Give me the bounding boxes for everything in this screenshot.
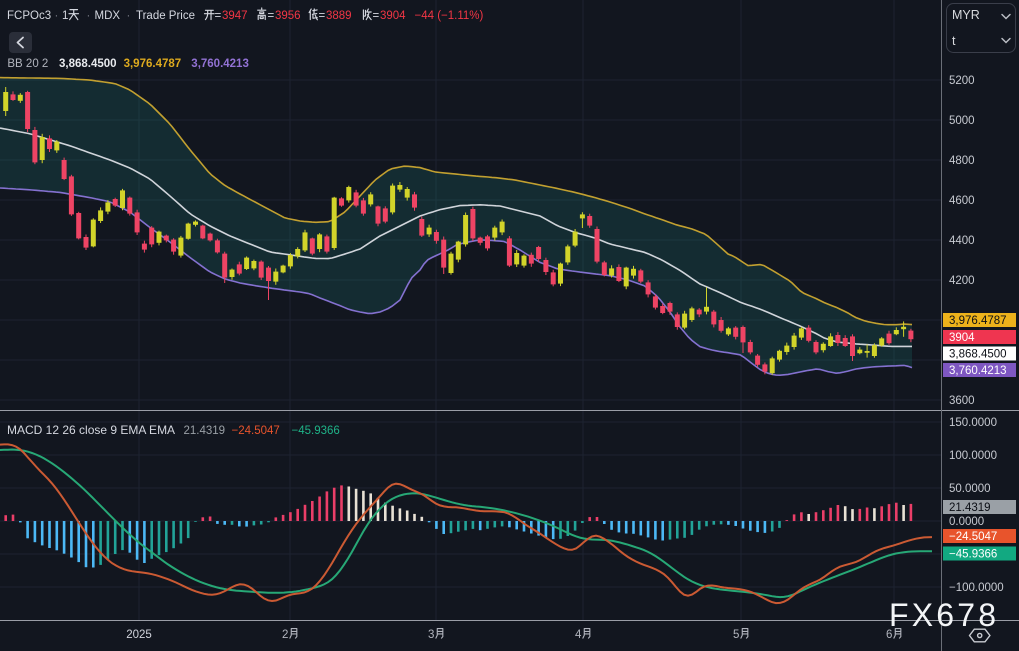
svg-text:4800: 4800 (949, 155, 975, 167)
svg-text:BB 20 2: BB 20 2 (7, 58, 48, 70)
svg-text:5000: 5000 (949, 115, 975, 127)
svg-text:FCPOc3: FCPOc3 (7, 10, 51, 22)
svg-text:−45.9366: −45.9366 (292, 425, 340, 437)
svg-text:=: = (319, 10, 326, 22)
svg-text:=: = (268, 10, 275, 22)
svg-text:Trade Price: Trade Price (136, 10, 195, 22)
svg-text:5: 5 (733, 629, 739, 641)
svg-text:−100.0000: −100.0000 (949, 582, 1004, 594)
svg-text:FX678: FX678 (889, 597, 999, 633)
svg-text:21.4319: 21.4319 (949, 502, 991, 514)
svg-text:4: 4 (575, 629, 582, 641)
svg-text:MACD 12 26 close 9 EMA EMA: MACD 12 26 close 9 EMA EMA (7, 423, 175, 437)
svg-text:3889: 3889 (326, 10, 352, 22)
svg-text:3904: 3904 (949, 332, 975, 344)
svg-text:−44 (−1.11%): −44 (−1.11%) (415, 10, 484, 22)
svg-text:0.0000: 0.0000 (949, 516, 984, 528)
svg-text:=: = (215, 10, 222, 22)
svg-text:=: = (373, 10, 380, 22)
svg-text:150.0000: 150.0000 (949, 417, 997, 429)
svg-text:2: 2 (282, 629, 288, 641)
svg-text:3: 3 (428, 629, 434, 641)
svg-text:·: · (55, 10, 59, 22)
svg-text:3,760.4213: 3,760.4213 (949, 365, 1007, 377)
svg-text:4400: 4400 (949, 235, 975, 247)
svg-text:t: t (952, 34, 956, 48)
svg-text:3,868.4500: 3,868.4500 (949, 349, 1007, 361)
svg-text:2025: 2025 (126, 629, 152, 641)
svg-text:·: · (127, 10, 131, 22)
svg-text:100.0000: 100.0000 (949, 450, 997, 462)
svg-text:3956: 3956 (275, 10, 301, 22)
svg-text:3,760.4213: 3,760.4213 (191, 58, 249, 70)
svg-text:3904: 3904 (380, 10, 406, 22)
svg-text:50.0000: 50.0000 (949, 483, 991, 495)
svg-text:3,976.4787: 3,976.4787 (124, 58, 182, 70)
svg-text:3,868.4500: 3,868.4500 (59, 58, 117, 70)
svg-text:−45.9366: −45.9366 (949, 549, 997, 561)
svg-text:−24.5047: −24.5047 (232, 425, 280, 437)
svg-text:4600: 4600 (949, 195, 975, 207)
svg-text:MYR: MYR (952, 8, 980, 22)
svg-text:4200: 4200 (949, 275, 975, 287)
svg-text:3947: 3947 (222, 10, 248, 22)
svg-text:3,976.4787: 3,976.4787 (949, 315, 1007, 327)
svg-text:·: · (87, 10, 91, 22)
svg-text:1: 1 (62, 10, 68, 22)
svg-text:5200: 5200 (949, 75, 975, 87)
svg-text:MDX: MDX (95, 10, 121, 22)
svg-text:3600: 3600 (949, 395, 975, 407)
svg-text:21.4319: 21.4319 (184, 425, 226, 437)
svg-text:−24.5047: −24.5047 (949, 531, 997, 543)
